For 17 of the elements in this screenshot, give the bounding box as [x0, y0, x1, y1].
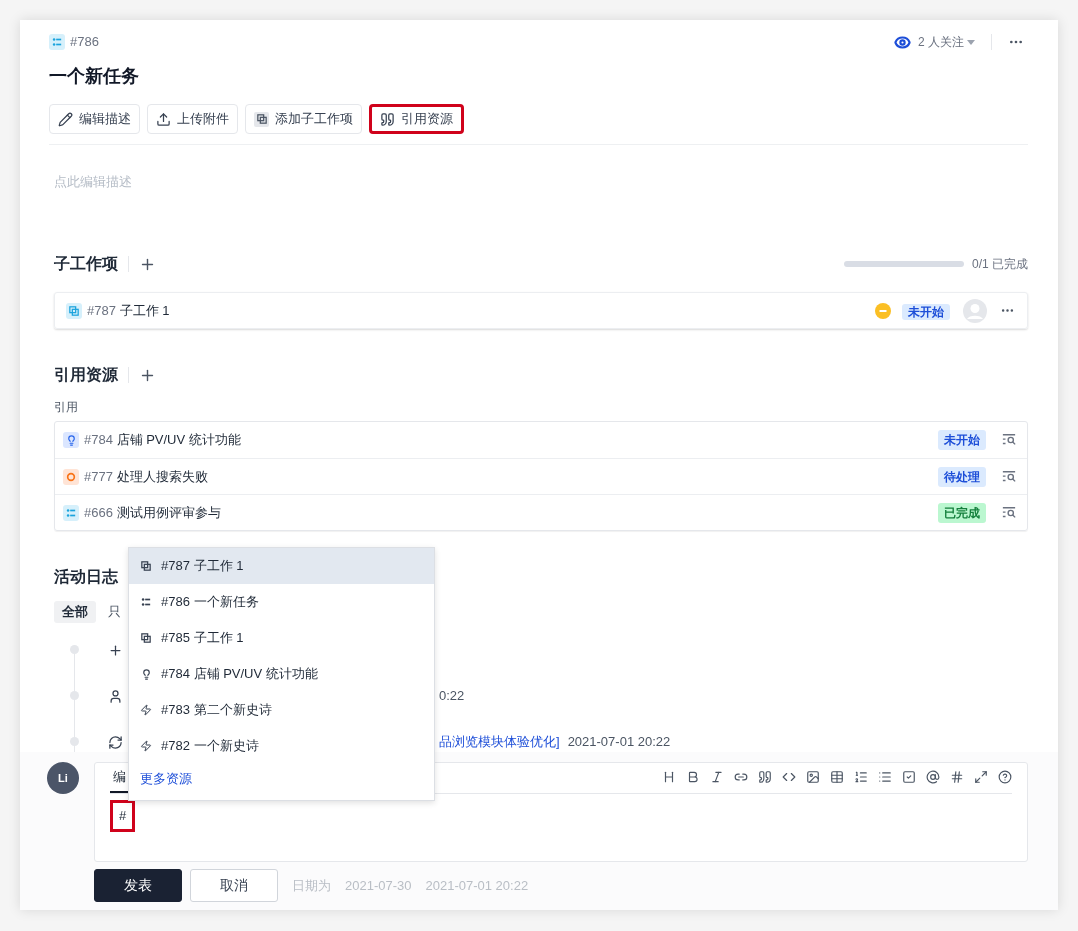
- section-title: 活动日志: [54, 567, 118, 587]
- log-time: 2021-07-01 20:22: [567, 733, 671, 752]
- faded-log-text: 2021-07-01 20:22: [425, 876, 529, 895]
- section-title: 子工作项: [54, 254, 118, 274]
- progress-text: 0/1 已完成: [972, 256, 1028, 273]
- group-label: 引用: [54, 399, 79, 416]
- faded-log-text: 2021-07-30: [345, 876, 412, 895]
- status-tag: 未开始: [902, 303, 950, 320]
- task-title: 一个新任务: [49, 65, 140, 88]
- log-time: 0:22: [439, 687, 465, 706]
- status-tag: 已完成: [938, 502, 986, 523]
- item-id: #786: [70, 33, 99, 52]
- user-avatar: Li: [47, 762, 79, 794]
- faded-log-text: 日期为: [292, 876, 331, 895]
- status-tag: 待处理: [938, 466, 986, 487]
- status-tag: 未开始: [938, 430, 986, 450]
- section-title: 引用资源: [54, 365, 118, 385]
